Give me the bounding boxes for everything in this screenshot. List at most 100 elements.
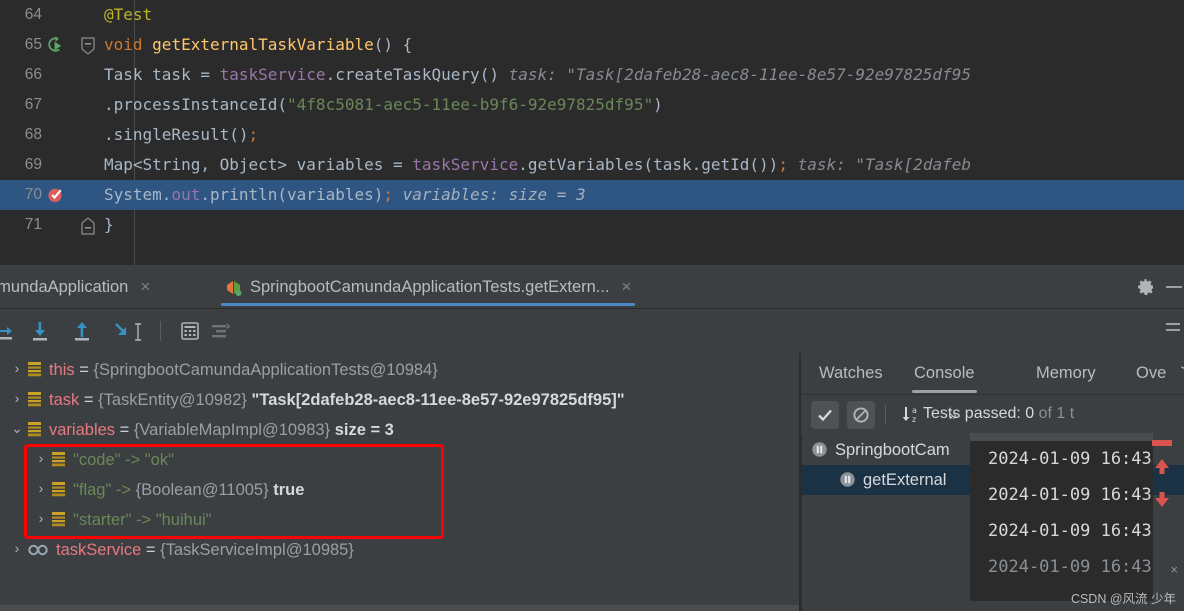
breakpoint-verified-icon[interactable] <box>42 180 68 210</box>
code-token: task: "Task[2dafeb28-aec8-11ee-8e57-92e9… <box>498 65 971 84</box>
variable-type: {Boolean@11005} <box>135 481 274 499</box>
line-number: 65 <box>24 36 42 53</box>
right-panel-tabs[interactable]: Watches Console Memory Ove ˇ <box>801 353 1184 395</box>
console-output-overlay[interactable]: 2024-01-09 16:43 2024-01-09 16:43 2024-01-… <box>970 433 1153 601</box>
variable-row[interactable]: › taskService = {TaskServiceImpl@10985} <box>0 533 800 563</box>
line-number: 71 <box>24 216 42 233</box>
variable-row[interactable]: › "starter" -> "huihui" <box>0 503 800 533</box>
code-fold-icon[interactable] <box>80 210 96 240</box>
code-token: @Test <box>104 5 153 24</box>
console-lines: 2024-01-09 16:43 2024-01-09 16:43 2024-01-… <box>970 441 1153 585</box>
arrow-up-icon[interactable] <box>1152 456 1178 481</box>
line-number: 67 <box>24 96 42 113</box>
step-into-button[interactable] <box>28 319 52 343</box>
scrollbar-error-marks[interactable] <box>1152 440 1178 514</box>
svg-text:z: z <box>912 415 916 424</box>
code-line[interactable]: 65 void getExternalTaskVariable() { <box>0 30 1184 60</box>
code-line[interactable]: 66 Task task = taskService.createTaskQue… <box>0 60 1184 90</box>
code-token: System. <box>104 185 172 204</box>
tab-label: Memory <box>1036 364 1096 382</box>
tab-memory[interactable]: Memory <box>1028 353 1104 395</box>
variable-name: taskService <box>56 541 142 559</box>
tab-label: Watches <box>819 364 883 382</box>
variable-type: {TaskServiceImpl@10985} <box>160 541 354 559</box>
code-line[interactable]: 69 Map<String, Object> variables = taskS… <box>0 150 1184 180</box>
variable-row[interactable]: › "flag" -> {Boolean@11005} true <box>0 473 800 503</box>
tab-watches[interactable]: Watches <box>811 353 891 395</box>
tab-console[interactable]: Console <box>906 353 983 395</box>
code-line[interactable]: 67 .processInstanceId("4f8c5081-aec5-11e… <box>0 90 1184 120</box>
variables-pane[interactable]: › this = {SpringbootCamundaApplicationTes… <box>0 353 800 611</box>
code-token: ; <box>383 185 394 204</box>
step-over-button[interactable] <box>0 319 18 343</box>
chevron-right-icon[interactable]: › <box>6 383 28 413</box>
arrow-down-icon[interactable] <box>1152 489 1178 514</box>
settings-list-button[interactable] <box>208 319 232 343</box>
variable-row[interactable]: › this = {SpringbootCamundaApplicationTes… <box>0 353 800 383</box>
code-editor[interactable]: 64 @Test 65 void getExternalTaskVariable(… <box>0 0 1184 265</box>
close-icon[interactable]: × <box>622 277 632 297</box>
evaluate-expression-button[interactable] <box>178 319 202 343</box>
error-mark[interactable] <box>1152 440 1172 446</box>
minimize-icon[interactable] <box>1166 286 1182 288</box>
horizontal-scrollbar[interactable] <box>0 605 800 611</box>
field-icon <box>28 391 49 409</box>
test-results-toolbar[interactable]: a z » Tests passed: 0 of 1 t <box>801 395 1184 435</box>
chevron-down-icon[interactable]: ˇ <box>1173 353 1184 395</box>
variable-name: "flag" -> <box>73 481 136 499</box>
code-token: () { <box>373 35 413 54</box>
code-fold-icon[interactable] <box>80 30 96 60</box>
variable-name: variables <box>49 421 116 439</box>
chevron-right-icon[interactable]: › <box>30 443 52 473</box>
show-passed-icon[interactable] <box>811 401 839 429</box>
code-line[interactable]: 70 System.out.println(variables); variab… <box>0 180 1184 210</box>
code-token: taskService <box>412 155 519 174</box>
code-token: ) <box>653 95 663 114</box>
chevron-right-icon[interactable]: › <box>6 533 28 563</box>
editor-line-container: 64 @Test 65 void getExternalTaskVariable(… <box>0 0 1184 240</box>
tab-camunda-application[interactable]: amundaApplication × <box>0 265 164 309</box>
toolbar-separator <box>885 405 886 425</box>
tab-overhead[interactable]: Ove <box>1128 353 1174 395</box>
toolbar-overflow-icon[interactable] <box>1166 323 1180 335</box>
run-test-icon[interactable] <box>42 30 68 60</box>
tab-label: Console <box>914 364 975 382</box>
chevron-down-icon[interactable]: ⌄ <box>6 413 28 443</box>
force-step-into-button[interactable] <box>110 319 134 343</box>
variables-tree[interactable]: › this = {SpringbootCamundaApplicationTes… <box>0 353 800 563</box>
variable-row[interactable]: › "code" -> "ok" <box>0 443 800 473</box>
tab-label: amundaApplication <box>0 277 129 296</box>
debugger-toolbar[interactable] <box>0 309 1184 353</box>
code-line[interactable]: 71 } <box>0 210 1184 240</box>
code-line[interactable]: 64 @Test <box>0 0 1184 30</box>
variable-value: size = 3 <box>334 421 394 439</box>
code-text: void getExternalTaskVariable() { <box>104 30 412 60</box>
code-token: ; <box>248 125 259 144</box>
step-out-button[interactable] <box>70 319 94 343</box>
code-token: task: "Task[2dafeb <box>787 155 971 174</box>
test-tree-label: getExternal <box>863 471 947 489</box>
gear-icon[interactable] <box>1136 277 1156 297</box>
interface-icon <box>28 541 56 559</box>
chevron-right-icon[interactable]: › <box>30 473 52 503</box>
code-line[interactable]: 68 .singleResult(); <box>0 120 1184 150</box>
variable-row[interactable]: › task = {TaskEntity@10982} "Task[2dafeb2… <box>0 383 800 413</box>
run-tab-bar[interactable]: amundaApplication × SpringbootCamundaApp… <box>0 265 1184 309</box>
chevron-right-icon[interactable]: › <box>30 503 52 533</box>
overlay-scrollbar[interactable] <box>970 433 1153 441</box>
close-small-icon[interactable]: × <box>1170 562 1178 577</box>
sort-alphabetically-icon[interactable]: a z <box>897 401 925 429</box>
variable-name: this <box>49 361 75 379</box>
status-prefix: Tests passed: <box>923 405 1026 422</box>
status-suffix: of 1 t <box>1034 405 1075 422</box>
field-icon <box>52 451 73 469</box>
hide-ignored-icon[interactable] <box>847 401 875 429</box>
close-icon[interactable]: × <box>140 277 150 297</box>
tab-springboot-camunda-tests[interactable]: SpringbootCamundaApplicationTests.getExt… <box>211 265 645 309</box>
line-number: 64 <box>24 6 42 23</box>
code-token: } <box>104 215 114 234</box>
variable-row[interactable]: ⌄ variables = {VariableMapImpl@10983} siz… <box>0 413 800 443</box>
test-run-icon <box>225 279 242 296</box>
code-token: ; <box>778 155 788 174</box>
chevron-right-icon[interactable]: › <box>6 353 28 383</box>
